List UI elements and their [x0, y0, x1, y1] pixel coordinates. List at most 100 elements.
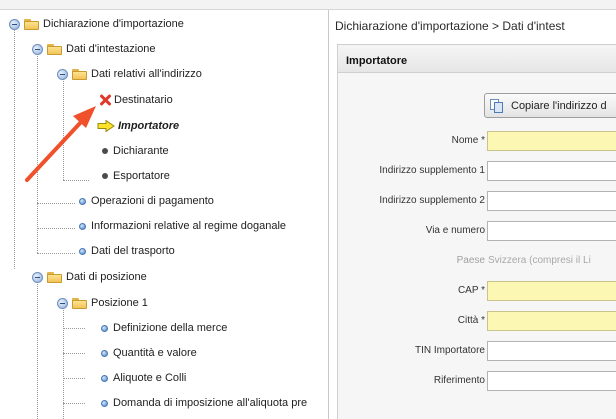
tree-connector — [63, 403, 85, 404]
tree-connector — [37, 48, 38, 253]
collapse-toggle-icon[interactable] — [57, 68, 68, 80]
street-field[interactable] — [487, 221, 616, 241]
tree-node-tax-request[interactable]: Domanda di imposizione all'aliquota pre — [101, 393, 307, 413]
folder-open-icon — [47, 271, 63, 283]
tree-node-label: Informazioni relative al regime doganale — [91, 220, 287, 232]
tree-node-label: Dichiarante — [113, 145, 169, 157]
tree-node-quantity-value[interactable]: Quantità e valore — [101, 343, 197, 363]
tree-connector — [63, 378, 85, 379]
collapse-toggle-icon[interactable] — [9, 18, 20, 30]
tree-node-transport[interactable]: Dati del trasporto — [79, 241, 175, 261]
bullet-icon — [101, 399, 108, 407]
tree-connector — [63, 328, 85, 329]
folder-open-icon — [72, 297, 88, 309]
error-x-icon — [99, 94, 111, 106]
tree-node-label: Domanda di imposizione all'aliquota pre — [113, 397, 308, 409]
tree-connector — [37, 277, 38, 419]
tree-connector — [63, 74, 64, 180]
bullet-icon — [101, 349, 108, 357]
tree-connector — [37, 253, 75, 254]
name-label: Nome * — [451, 135, 485, 146]
tree-node-position-1[interactable]: Posizione 1 — [57, 293, 148, 313]
top-strip — [0, 0, 616, 10]
tree-node-label: Dati di posizione — [66, 271, 147, 283]
tree-node-goods-definition[interactable]: Definizione della merce — [101, 318, 227, 338]
folder-open-icon — [72, 68, 88, 80]
tree-node-label: Operazioni di pagamento — [91, 195, 214, 207]
reference-row: Riferimento — [338, 371, 616, 391]
name-row: Nome * — [338, 131, 616, 151]
tree-node-label: Esportatore — [113, 170, 170, 182]
zip-row: CAP * — [338, 281, 616, 301]
tree-connector — [63, 353, 85, 354]
address-supplement-2-row: Indirizzo supplemento 2 — [338, 191, 616, 211]
zip-field[interactable] — [487, 281, 616, 301]
form-area: Dichiarazione d'importazione > Dati d'in… — [328, 10, 616, 419]
tree-node-label: Dati relativi all'indirizzo — [91, 68, 202, 80]
address-supplement-1-field[interactable] — [487, 161, 616, 181]
tree-connector — [14, 24, 15, 269]
tree-node-label: Dichiarazione d'importazione — [43, 18, 184, 30]
current-arrow-icon — [97, 120, 115, 132]
country-value: Svizzera (compresi il Li — [488, 255, 591, 266]
country-label: Paese — [456, 255, 485, 266]
collapse-toggle-icon[interactable] — [32, 43, 43, 55]
tree-node-label: Posizione 1 — [91, 297, 148, 309]
tree-node-label: Definizione della merce — [113, 322, 228, 334]
collapse-toggle-icon[interactable] — [57, 297, 68, 309]
reference-field[interactable] — [487, 371, 616, 391]
tree-node-position-data[interactable]: Dati di posizione — [32, 267, 147, 287]
city-field[interactable] — [487, 311, 616, 331]
collapse-toggle-icon[interactable] — [32, 271, 43, 283]
tree-node-recipient[interactable]: Destinatario — [99, 90, 173, 110]
street-row: Via e numero — [338, 221, 616, 241]
tree-node-exporter[interactable]: Esportatore — [102, 166, 170, 186]
tree-node-label: Destinatario — [114, 94, 173, 106]
tin-label: TIN Importatore — [414, 345, 485, 356]
tree-node-label: Quantità e valore — [113, 347, 197, 359]
city-label: Città * — [457, 315, 485, 326]
importer-panel: Importatore Copiare l'indirizzo d Nome *… — [337, 44, 616, 419]
copy-address-label: Copiare l'indirizzo d — [511, 99, 607, 112]
bullet-icon — [79, 222, 86, 230]
bullet-icon — [79, 197, 86, 205]
street-label: Via e numero — [425, 225, 485, 236]
tree-node-header-data[interactable]: Dati d'intestazione — [32, 39, 156, 59]
tree-connector — [37, 203, 75, 204]
tree-node-declarant[interactable]: Dichiarante — [102, 141, 169, 161]
address-supplement-1-label: Indirizzo supplemento 1 — [379, 165, 485, 176]
tree-connector — [63, 180, 89, 181]
tree-node-rates-packages[interactable]: Aliquote e Colli — [101, 368, 186, 388]
tree-node-address-data[interactable]: Dati relativi all'indirizzo — [57, 64, 202, 84]
city-row: Città * — [338, 311, 616, 331]
navigation-tree: Dichiarazione d'importazione Dati d'inte… — [0, 10, 328, 419]
name-field[interactable] — [487, 131, 616, 151]
tree-node-importer[interactable]: Importatore — [97, 116, 179, 136]
address-supplement-1-row: Indirizzo supplemento 1 — [338, 161, 616, 181]
folder-open-icon — [47, 43, 63, 55]
tree-node-root[interactable]: Dichiarazione d'importazione — [9, 14, 184, 34]
reference-label: Riferimento — [433, 375, 485, 386]
address-supplement-2-label: Indirizzo supplemento 2 — [379, 195, 485, 206]
bullet-icon — [102, 148, 108, 154]
tree-connector — [37, 228, 75, 229]
breadcrumb: Dichiarazione d'importazione > Dati d'in… — [335, 19, 565, 33]
tin-field[interactable] — [487, 341, 616, 361]
tree-node-customs-regime[interactable]: Informazioni relative al regime doganale — [79, 216, 286, 236]
bullet-icon — [101, 374, 108, 382]
bullet-icon — [102, 173, 108, 179]
tree-node-label: Dati del trasporto — [91, 245, 175, 257]
copy-icon — [489, 98, 505, 114]
bullet-icon — [101, 324, 108, 332]
tree-connector — [63, 303, 64, 419]
copy-address-button[interactable]: Copiare l'indirizzo d — [484, 93, 616, 118]
zip-label: CAP * — [457, 285, 485, 296]
panel-title: Importatore — [338, 45, 616, 73]
tin-row: TIN Importatore — [338, 341, 616, 361]
tree-node-payment[interactable]: Operazioni di pagamento — [79, 191, 214, 211]
tree-node-label: Dati d'intestazione — [66, 43, 156, 55]
folder-open-icon — [24, 18, 40, 30]
bullet-icon — [79, 247, 86, 255]
address-supplement-2-field[interactable] — [487, 191, 616, 211]
tree-node-label: Importatore — [118, 120, 180, 132]
